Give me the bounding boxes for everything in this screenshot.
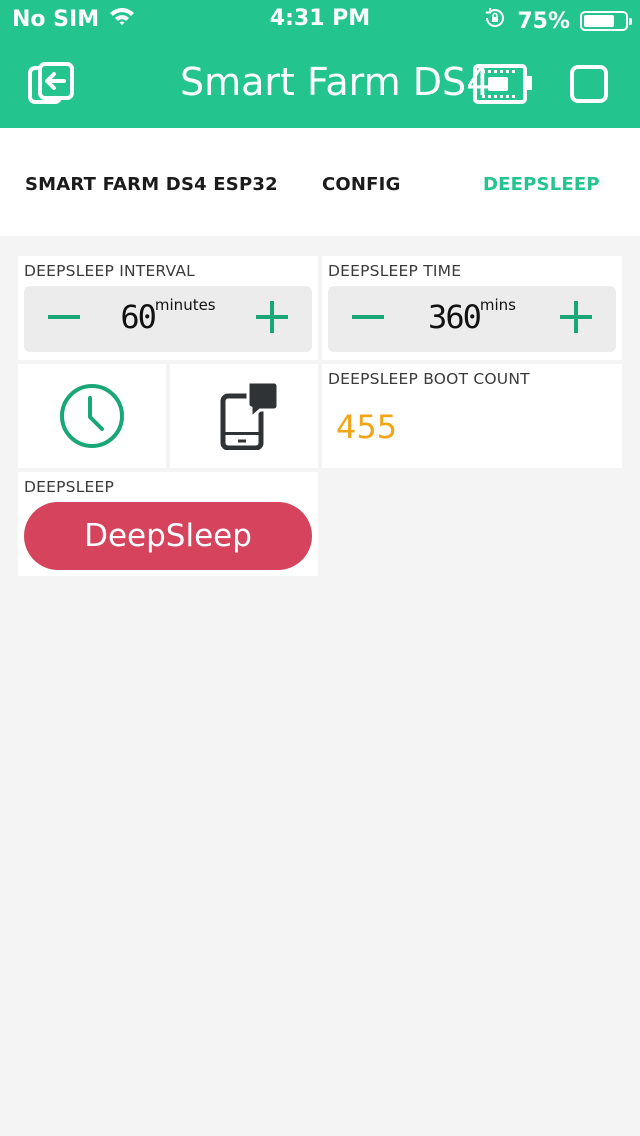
interval-widget: DEEPSLEEP INTERVAL 60minutes — [18, 256, 318, 360]
device-board-icon — [472, 62, 534, 110]
tab-deepsleep[interactable]: DEEPSLEEP — [483, 174, 600, 195]
status-right: 75% — [483, 6, 632, 36]
plus-icon — [255, 300, 289, 338]
device-button[interactable] — [472, 62, 534, 110]
time-label: DEEPSLEEP TIME — [328, 262, 462, 280]
boot-count-label: DEEPSLEEP BOOT COUNT — [328, 370, 530, 388]
stop-button[interactable] — [562, 62, 616, 110]
deepsleep-button[interactable]: DeepSleep — [24, 502, 312, 570]
tab-smart-farm[interactable]: SMART FARM DS4 ESP32 — [25, 174, 278, 195]
exit-button[interactable] — [24, 62, 78, 110]
exit-icon — [26, 62, 76, 110]
app-header: No SIM 4:31 PM 75% Smart Farm DS4 — [0, 0, 640, 128]
interval-value: 60 — [120, 298, 157, 336]
deepsleep-label: DEEPSLEEP — [24, 478, 115, 496]
battery-icon — [580, 11, 632, 31]
stop-square-icon — [568, 63, 610, 109]
interval-plus-button[interactable] — [237, 286, 307, 352]
tab-bar: SMART FARM DS4 ESP32 CONFIG DEEPSLEEP — [0, 128, 640, 236]
battery-fill — [584, 15, 614, 27]
nav-bar: Smart Farm DS4 — [0, 40, 640, 128]
time-widget: DEEPSLEEP TIME 360mins — [322, 256, 622, 360]
plus-icon — [559, 300, 593, 338]
app-title: Smart Farm DS4 — [180, 60, 491, 104]
interval-label: DEEPSLEEP INTERVAL — [24, 262, 196, 280]
timer-widget[interactable] — [18, 364, 166, 468]
rotation-lock-icon — [483, 6, 507, 36]
interval-stepper: 60minutes — [24, 286, 312, 352]
time-unit: mins — [479, 296, 516, 314]
tab-config[interactable]: CONFIG — [322, 174, 401, 195]
device-widget[interactable] — [170, 364, 318, 468]
battery-percent: 75% — [517, 8, 570, 34]
time-stepper: 360mins — [328, 286, 616, 352]
interval-unit: minutes — [154, 296, 216, 314]
time-plus-button[interactable] — [541, 286, 611, 352]
deepsleep-widget: DEEPSLEEP DeepSleep — [18, 472, 318, 576]
phone-notification-icon — [220, 380, 280, 454]
clock-icon — [59, 383, 125, 453]
boot-count-value: 455 — [336, 408, 398, 446]
boot-count-widget: DEEPSLEEP BOOT COUNT 455 — [322, 364, 622, 468]
time-value: 360 — [428, 298, 482, 336]
status-bar: No SIM 4:31 PM 75% — [0, 0, 640, 40]
